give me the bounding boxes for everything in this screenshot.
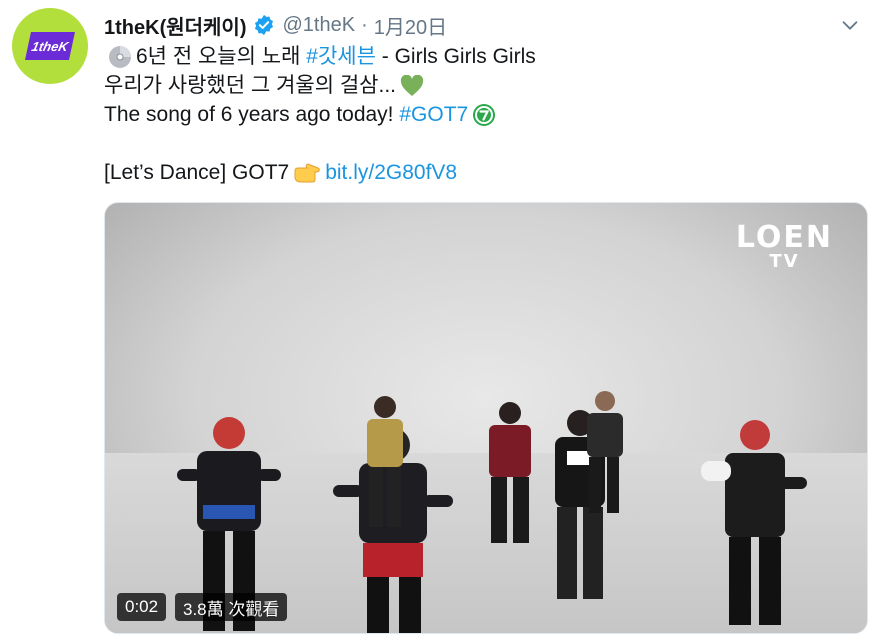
view-count: 3.8萬 次觀看 <box>175 593 288 621</box>
pointing-hand-icon <box>294 162 321 182</box>
tweet-line-1: 6년 전 오늘의 노래 #갓세븐 - Girls Girls Girls <box>104 42 867 71</box>
tweet-header: 1theK(원더케이) @1theK · 1月20日 <box>104 10 867 40</box>
disc-icon <box>109 45 131 68</box>
tweet-line-3: The song of 6 years ago today! #GOT7 <box>104 100 867 129</box>
green-heart-icon <box>400 74 424 96</box>
display-name[interactable]: 1theK(원더케이) <box>104 11 247 40</box>
tweet-text: 6년 전 오늘의 노래 #갓세븐 - Girls Girls Girls 우리가… <box>104 42 867 187</box>
tweet-link[interactable]: bit.ly/2G80fV8 <box>325 158 457 187</box>
line1-song: - Girls Girls Girls <box>381 45 536 68</box>
chevron-down-icon[interactable] <box>839 14 861 36</box>
line3-text: The song of 6 years ago today! <box>104 103 394 126</box>
video-player[interactable]: LOEN TV 0:02 3.8萬 次觀看 <box>104 202 868 634</box>
tweet-line-4: [Let’s Dance] GOT7 bit.ly/2G80fV8 <box>104 158 867 187</box>
line4-text: [Let’s Dance] GOT7 <box>104 161 290 184</box>
avatar[interactable]: 1theK <box>12 8 88 84</box>
dancer-figure <box>587 391 623 513</box>
got7-emoji-icon <box>473 103 496 126</box>
line2-text: 우리가 사랑했던 그 겨울의 걸삼... <box>104 74 397 97</box>
avatar-logo: 1theK <box>25 32 75 60</box>
tweet-date[interactable]: 1月20日 <box>374 11 447 40</box>
tweet-line-2: 우리가 사랑했던 그 겨울의 걸삼... <box>104 71 867 100</box>
video-timestamp: 0:02 <box>117 593 167 621</box>
loen-tv-logo: LOEN TV <box>736 223 833 271</box>
hashtag-got7-korean[interactable]: #갓세븐 <box>306 42 376 71</box>
handle[interactable]: @1theK <box>283 14 356 37</box>
logo-bottom: TV <box>769 251 800 272</box>
verified-icon <box>254 14 273 36</box>
hashtag-got7[interactable]: #GOT7 <box>399 100 468 129</box>
separator-dot: · <box>361 13 368 36</box>
dancer-figure <box>367 396 403 527</box>
logo-top: LOEN <box>735 220 833 255</box>
dancer-figure <box>701 420 807 625</box>
line1-text: 6년 전 오늘의 노래 <box>136 45 301 68</box>
